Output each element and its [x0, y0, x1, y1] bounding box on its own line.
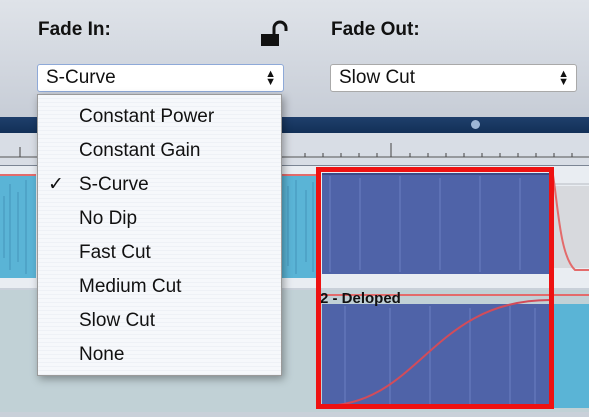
fade-out-select[interactable]: Slow Cut ▲ ▼: [330, 64, 577, 92]
menu-item-s-curve[interactable]: ✓ S-Curve: [38, 168, 281, 202]
checkmark-icon: ✓: [48, 174, 64, 195]
menu-item-none[interactable]: None: [38, 338, 281, 372]
menu-item-slow-cut[interactable]: Slow Cut: [38, 304, 281, 338]
highlight-box: [316, 167, 554, 409]
menu-item-label: Slow Cut: [79, 310, 156, 331]
menu-item-label: Constant Gain: [79, 140, 201, 161]
menu-item-constant-gain[interactable]: Constant Gain: [38, 134, 281, 168]
menu-item-label: Constant Power: [79, 106, 215, 127]
updown-arrows-icon: ▲ ▼: [558, 68, 569, 88]
fade-in-selected-value: S-Curve: [46, 67, 116, 88]
menu-item-fast-cut[interactable]: Fast Cut: [38, 236, 281, 270]
fade-in-select[interactable]: S-Curve ▲ ▼: [37, 64, 284, 92]
fade-in-label: Fade In:: [38, 19, 111, 40]
menu-item-label: None: [79, 344, 125, 365]
menu-item-no-dip[interactable]: No Dip: [38, 202, 281, 236]
menu-item-label: S-Curve: [79, 174, 149, 195]
menu-item-constant-power[interactable]: Constant Power: [38, 100, 281, 134]
menu-item-label: Fast Cut: [79, 242, 151, 263]
fade-out-selected-value: Slow Cut: [339, 67, 416, 88]
fade-out-label: Fade Out:: [331, 19, 420, 40]
menu-item-label: No Dip: [79, 208, 138, 229]
fade-in-dropdown-menu[interactable]: Constant Power Constant Gain ✓ S-Curve N…: [37, 94, 282, 376]
updown-arrows-icon: ▲ ▼: [265, 68, 276, 88]
playhead-dot[interactable]: [471, 120, 480, 129]
menu-item-medium-cut[interactable]: Medium Cut: [38, 270, 281, 304]
menu-item-label: Medium Cut: [79, 276, 182, 297]
unlocked-padlock-icon[interactable]: [258, 20, 298, 48]
